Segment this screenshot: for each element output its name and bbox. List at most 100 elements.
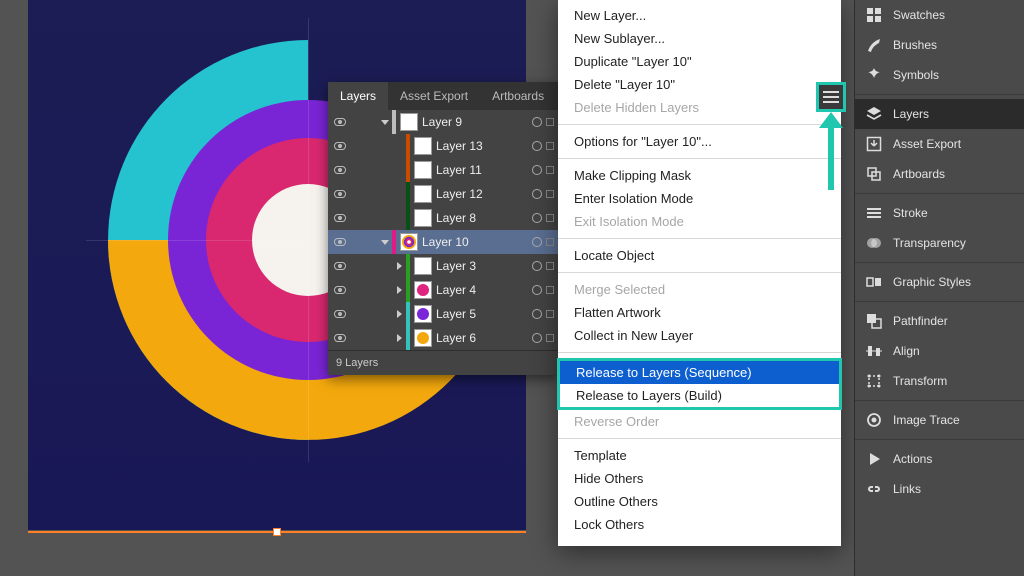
layer-row[interactable]: Layer 9 xyxy=(328,110,558,134)
visibility-toggle[interactable] xyxy=(328,166,352,174)
menu-item[interactable]: Outline Others xyxy=(558,490,841,513)
target-icon[interactable] xyxy=(532,333,542,343)
layer-row[interactable]: Layer 4 xyxy=(328,278,558,302)
menu-item[interactable]: New Sublayer... xyxy=(558,27,841,50)
layer-row[interactable]: Layer 13 xyxy=(328,134,558,158)
dock-transform[interactable]: Transform xyxy=(855,366,1024,396)
artboard-handle[interactable] xyxy=(273,528,281,536)
layer-row[interactable]: Layer 10 xyxy=(328,230,558,254)
dock-stroke[interactable]: Stroke xyxy=(855,198,1024,228)
selection-indicator[interactable] xyxy=(546,286,554,294)
dock-actions[interactable]: Actions xyxy=(855,444,1024,474)
dock-brushes[interactable]: Brushes xyxy=(855,30,1024,60)
menu-item[interactable]: Enter Isolation Mode xyxy=(558,187,841,210)
layer-thumbnail xyxy=(400,233,418,251)
disclosure-caret[interactable] xyxy=(378,240,392,245)
tab-asset-export[interactable]: Asset Export xyxy=(388,82,480,110)
disclosure-caret[interactable] xyxy=(378,120,392,125)
target-icon[interactable] xyxy=(532,117,542,127)
selection-indicator[interactable] xyxy=(546,238,554,246)
dock-layers[interactable]: Layers xyxy=(855,99,1024,129)
menu-item[interactable]: Release to Layers (Build) xyxy=(560,384,839,407)
layer-name[interactable]: Layer 10 xyxy=(422,235,528,249)
selection-color-stripe xyxy=(406,302,410,326)
target-icon[interactable] xyxy=(532,309,542,319)
selection-indicator[interactable] xyxy=(546,166,554,174)
panel-menu-button[interactable] xyxy=(816,82,846,112)
dock-align[interactable]: Align xyxy=(855,336,1024,366)
selection-indicator[interactable] xyxy=(546,334,554,342)
menu-item[interactable]: Make Clipping Mask xyxy=(558,164,841,187)
selection-indicator[interactable] xyxy=(546,190,554,198)
dock-swatches[interactable]: Swatches xyxy=(855,0,1024,30)
selection-indicator[interactable] xyxy=(546,118,554,126)
visibility-toggle[interactable] xyxy=(328,214,352,222)
menu-item[interactable]: Options for "Layer 10"... xyxy=(558,130,841,153)
tab-layers[interactable]: Layers xyxy=(328,82,388,110)
menu-item[interactable]: Collect in New Layer xyxy=(558,324,841,347)
menu-item[interactable]: Lock Others xyxy=(558,513,841,536)
layer-name[interactable]: Layer 6 xyxy=(436,331,528,345)
target-icon[interactable] xyxy=(532,261,542,271)
layer-row[interactable]: Layer 5 xyxy=(328,302,558,326)
visibility-toggle[interactable] xyxy=(328,142,352,150)
dock-graphic-styles[interactable]: Graphic Styles xyxy=(855,267,1024,297)
layer-name[interactable]: Layer 9 xyxy=(422,115,528,129)
layer-name[interactable]: Layer 11 xyxy=(436,163,528,177)
target-icon[interactable] xyxy=(532,237,542,247)
target-icon[interactable] xyxy=(532,213,542,223)
dock-symbols[interactable]: Symbols xyxy=(855,60,1024,90)
visibility-toggle[interactable] xyxy=(328,262,352,270)
layers-footer: 9 Layers xyxy=(328,350,558,375)
menu-item[interactable]: Duplicate "Layer 10" xyxy=(558,50,841,73)
visibility-toggle[interactable] xyxy=(328,190,352,198)
visibility-toggle[interactable] xyxy=(328,238,352,246)
dock-pathfinder[interactable]: Pathfinder xyxy=(855,306,1024,336)
layer-name[interactable]: Layer 4 xyxy=(436,283,528,297)
selection-color-stripe xyxy=(406,278,410,302)
disclosure-caret[interactable] xyxy=(392,310,406,318)
layer-name[interactable]: Layer 3 xyxy=(436,259,528,273)
menu-item[interactable]: New Layer... xyxy=(558,4,841,27)
visibility-toggle[interactable] xyxy=(328,286,352,294)
selection-indicator[interactable] xyxy=(546,142,554,150)
selection-indicator[interactable] xyxy=(546,262,554,270)
layer-name[interactable]: Layer 8 xyxy=(436,211,528,225)
menu-item[interactable]: Delete "Layer 10" xyxy=(558,73,841,96)
visibility-toggle[interactable] xyxy=(328,118,352,126)
disclosure-caret[interactable] xyxy=(392,334,406,342)
layer-row[interactable]: Layer 12 xyxy=(328,182,558,206)
dock-artboards[interactable]: Artboards xyxy=(855,159,1024,189)
layer-row[interactable]: Layer 11 xyxy=(328,158,558,182)
layer-row[interactable]: Layer 8 xyxy=(328,206,558,230)
target-icon[interactable] xyxy=(532,141,542,151)
menu-item[interactable]: Locate Object xyxy=(558,244,841,267)
selection-indicator[interactable] xyxy=(546,310,554,318)
layer-row[interactable]: Layer 6 xyxy=(328,326,558,350)
dock-asset-export[interactable]: Asset Export xyxy=(855,129,1024,159)
layer-name[interactable]: Layer 12 xyxy=(436,187,528,201)
menu-item[interactable]: Template xyxy=(558,444,841,467)
tab-artboards[interactable]: Artboards xyxy=(480,82,556,110)
dock-image-trace[interactable]: Image Trace xyxy=(855,405,1024,435)
menu-item[interactable]: Release to Layers (Sequence) xyxy=(560,361,839,384)
dock-transparency[interactable]: Transparency xyxy=(855,228,1024,258)
layer-thumbnail xyxy=(414,185,432,203)
selection-indicator[interactable] xyxy=(546,214,554,222)
menu-item[interactable]: Flatten Artwork xyxy=(558,301,841,324)
dock-links[interactable]: Links xyxy=(855,474,1024,504)
visibility-toggle[interactable] xyxy=(328,310,352,318)
layers-icon xyxy=(865,105,883,123)
disclosure-caret[interactable] xyxy=(392,286,406,294)
target-icon[interactable] xyxy=(532,165,542,175)
menu-item[interactable]: Hide Others xyxy=(558,467,841,490)
layer-row[interactable]: Layer 3 xyxy=(328,254,558,278)
disclosure-caret[interactable] xyxy=(392,262,406,270)
visibility-toggle[interactable] xyxy=(328,334,352,342)
annotation-arrow xyxy=(824,112,838,190)
layer-name[interactable]: Layer 13 xyxy=(436,139,528,153)
dock-label: Pathfinder xyxy=(893,314,948,328)
layer-name[interactable]: Layer 5 xyxy=(436,307,528,321)
target-icon[interactable] xyxy=(532,285,542,295)
target-icon[interactable] xyxy=(532,189,542,199)
